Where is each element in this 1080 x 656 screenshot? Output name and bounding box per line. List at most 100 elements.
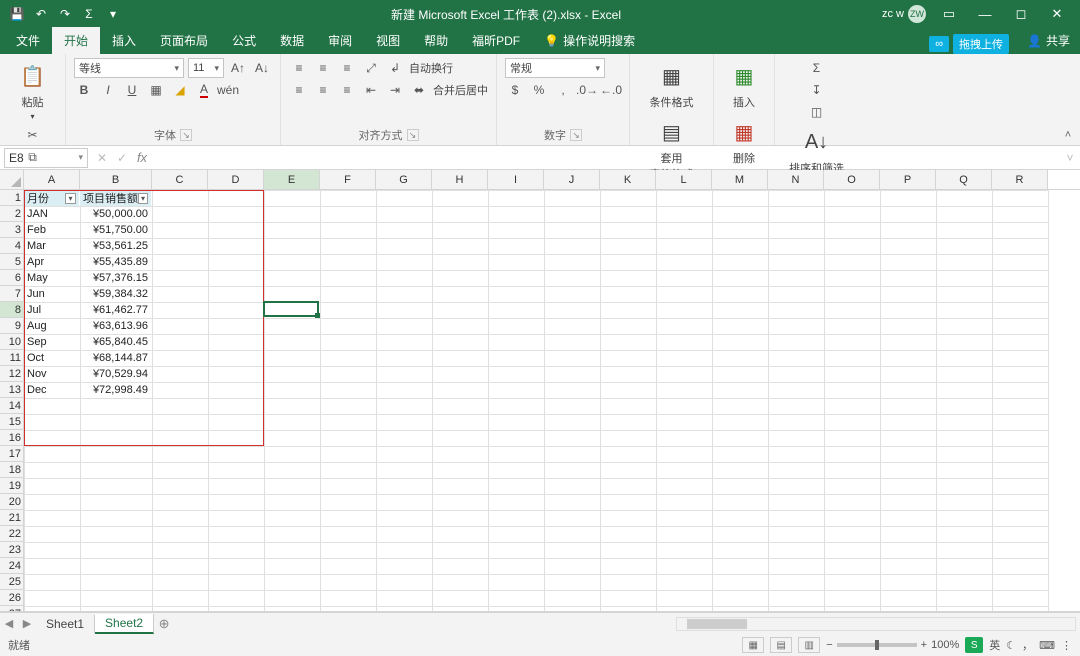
column-header-F[interactable]: F [320, 170, 376, 189]
row-header-16[interactable]: 16 [0, 430, 24, 446]
add-sheet-icon[interactable]: ⊕ [154, 616, 174, 632]
cut-icon[interactable]: ✂ [23, 125, 43, 145]
bold-icon[interactable]: B [74, 80, 94, 100]
tab-formulas[interactable]: 公式 [220, 27, 268, 54]
font-color-icon[interactable]: A [194, 80, 214, 100]
normal-view-icon[interactable]: ▦ [742, 637, 764, 653]
column-header-C[interactable]: C [152, 170, 208, 189]
ime-lang[interactable]: 英 [989, 637, 1000, 653]
row-header-22[interactable]: 22 [0, 526, 24, 542]
align-bottom-icon[interactable]: ≡ [337, 58, 357, 78]
tab-foxitpdf[interactable]: 福昕PDF [460, 27, 532, 54]
account-area[interactable]: zc w ZW [882, 5, 926, 23]
enter-icon[interactable]: ✓ [112, 148, 132, 168]
undo-icon[interactable]: ↶ [30, 3, 52, 25]
column-header-Q[interactable]: Q [936, 170, 992, 189]
paste-button[interactable]: 📋 粘贴 ▾ [11, 58, 55, 123]
cells-area[interactable]: 月份▾项目销售额▾JAN¥50,000.00Feb¥51,750.00Mar¥5… [24, 190, 1080, 612]
horizontal-scrollbar[interactable] [174, 617, 1080, 631]
share-button[interactable]: 👤 共享 [1017, 27, 1080, 54]
fx-icon[interactable]: fx [132, 148, 152, 168]
maximize-icon[interactable]: ◻ [1006, 3, 1036, 25]
column-header-B[interactable]: B [80, 170, 152, 189]
qat-more-icon[interactable]: ▾ [102, 3, 124, 25]
column-header-P[interactable]: P [880, 170, 936, 189]
row-header-3[interactable]: 3 [0, 222, 24, 238]
fill-handle[interactable] [315, 313, 320, 318]
row-header-4[interactable]: 4 [0, 238, 24, 254]
row-header-19[interactable]: 19 [0, 478, 24, 494]
sheet-tab-sheet1[interactable]: Sheet1 [36, 615, 95, 633]
tab-page-layout[interactable]: 页面布局 [148, 27, 220, 54]
increase-indent-icon[interactable]: ⇥ [385, 80, 405, 100]
column-header-N[interactable]: N [768, 170, 824, 189]
column-header-E[interactable]: E [264, 170, 320, 189]
column-header-A[interactable]: A [24, 170, 80, 189]
collapse-ribbon-icon[interactable]: ˄ [1060, 127, 1076, 143]
align-left-icon[interactable]: ≡ [289, 80, 309, 100]
save-icon[interactable]: 💾 [6, 3, 28, 25]
worksheet-grid[interactable]: ABCDEFGHIJKLMNOPQR 123456789101112131415… [0, 170, 1080, 612]
dialog-launcher-icon[interactable]: ↘ [180, 129, 192, 141]
increase-font-icon[interactable]: A↑ [228, 58, 248, 78]
zoom-in-icon[interactable]: + [921, 639, 927, 651]
cancel-icon[interactable]: ✕ [92, 148, 112, 168]
sheet-nav-next-icon[interactable]: ▶ [18, 615, 36, 633]
increase-decimal-icon[interactable]: .0→ [577, 80, 597, 100]
row-header-18[interactable]: 18 [0, 462, 24, 478]
copy-icon[interactable]: ⧉ [23, 147, 43, 167]
align-middle-icon[interactable]: ≡ [313, 58, 333, 78]
column-header-K[interactable]: K [600, 170, 656, 189]
row-header-11[interactable]: 11 [0, 350, 24, 366]
row-header-2[interactable]: 2 [0, 206, 24, 222]
tell-me-search[interactable]: 💡 操作说明搜索 [532, 27, 647, 54]
conditional-format-button[interactable]: ▦条件格式 [644, 58, 700, 112]
italic-icon[interactable]: I [98, 80, 118, 100]
comma-icon[interactable]: , [553, 80, 573, 100]
row-header-12[interactable]: 12 [0, 366, 24, 382]
row-header-24[interactable]: 24 [0, 558, 24, 574]
align-top-icon[interactable]: ≡ [289, 58, 309, 78]
border-icon[interactable]: ▦ [146, 80, 166, 100]
insert-cells-button[interactable]: ▦插入 [722, 58, 766, 112]
merge-center-button[interactable]: ⬌ [409, 80, 429, 100]
row-header-8[interactable]: 8 [0, 302, 24, 318]
font-size-combo[interactable]: 11▾ [188, 58, 224, 78]
ime-settings-icon[interactable]: ⋮ [1061, 639, 1072, 652]
fill-color-icon[interactable]: ◢ [170, 80, 190, 100]
phonetic-icon[interactable]: wén [218, 80, 238, 100]
decrease-font-icon[interactable]: A↓ [252, 58, 272, 78]
sheet-tab-sheet2[interactable]: Sheet2 [95, 614, 154, 634]
column-header-J[interactable]: J [544, 170, 600, 189]
formula-input[interactable] [152, 148, 1060, 168]
sheet-nav-prev-icon[interactable]: ◀ [0, 615, 18, 633]
zoom-slider[interactable] [837, 643, 917, 647]
font-name-combo[interactable]: 等线▾ [74, 58, 184, 78]
autosum-icon[interactable]: Σ [807, 58, 827, 78]
zoom-control[interactable]: − + 100% [826, 639, 959, 651]
currency-icon[interactable]: $ [505, 80, 525, 100]
row-header-14[interactable]: 14 [0, 398, 24, 414]
tab-home[interactable]: 开始 [52, 27, 100, 54]
column-header-R[interactable]: R [992, 170, 1048, 189]
row-header-5[interactable]: 5 [0, 254, 24, 270]
minimize-icon[interactable]: — [970, 3, 1000, 25]
close-icon[interactable]: ✕ [1042, 3, 1072, 25]
row-header-7[interactable]: 7 [0, 286, 24, 302]
row-header-1[interactable]: 1 [0, 190, 24, 206]
row-header-25[interactable]: 25 [0, 574, 24, 590]
ime-keyboard-icon[interactable]: ⌨ [1039, 639, 1055, 652]
tab-file[interactable]: 文件 [4, 27, 52, 54]
delete-cells-button[interactable]: ▦删除 [722, 114, 766, 168]
underline-icon[interactable]: U [122, 80, 142, 100]
cloud-upload-area[interactable]: ∞ 拖拽上传 [929, 34, 1009, 54]
ribbon-options-icon[interactable]: ▭ [934, 3, 964, 25]
dialog-launcher-icon[interactable]: ↘ [407, 129, 419, 141]
align-center-icon[interactable]: ≡ [313, 80, 333, 100]
align-right-icon[interactable]: ≡ [337, 80, 357, 100]
wrap-text-button[interactable]: ↲ [385, 58, 405, 78]
ime-comma-icon[interactable]: ， [1022, 637, 1033, 653]
column-header-D[interactable]: D [208, 170, 264, 189]
column-header-M[interactable]: M [712, 170, 768, 189]
row-header-9[interactable]: 9 [0, 318, 24, 334]
